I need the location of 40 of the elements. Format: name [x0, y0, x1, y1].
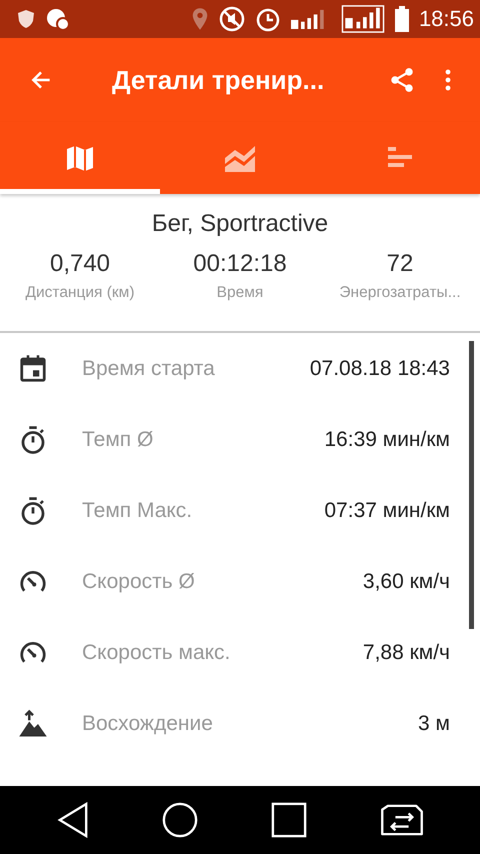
sim-switch-button[interactable] [380, 804, 424, 836]
recents-square-icon [270, 802, 306, 838]
calendar-icon [18, 354, 48, 384]
detail-value: 07.08.18 18:43 [310, 356, 450, 380]
detail-label: Время старта [82, 356, 216, 380]
home-circle-icon [162, 802, 198, 838]
stat-value: 72 [386, 250, 414, 278]
sim-switch-icon [380, 804, 424, 836]
shield-icon [16, 9, 36, 29]
mountain-icon [18, 708, 48, 738]
battery-icon [394, 6, 409, 32]
screen-title: Детали тренир... [111, 64, 326, 96]
alarm-icon [254, 6, 281, 32]
signal-icon [340, 5, 385, 33]
back-triangle-icon [56, 802, 88, 838]
status-time: 18:56 [418, 6, 474, 32]
detail-value: 7,88 км/ч [362, 640, 450, 664]
back-button[interactable] [56, 802, 88, 838]
detail-label: Восхождение [82, 712, 214, 736]
stat-label: Дистанция (км) [25, 284, 134, 302]
more-icon [444, 68, 452, 92]
activity-title: Бег, Sportractive [152, 210, 328, 238]
area-chart-icon [224, 144, 256, 172]
detail-value: 07:37 мин/км [324, 498, 450, 522]
detail-label: Темп Ø [82, 428, 154, 452]
detail-value: 3,60 км/ч [362, 570, 450, 594]
stat-value: 0,740 [50, 250, 110, 278]
location-icon [190, 7, 209, 31]
detail-value: 16:39 мин/км [324, 428, 450, 452]
detail-label: Скорость макс. [82, 640, 232, 664]
notification-icon [46, 7, 70, 31]
detail-label: Темп Макс. [82, 498, 194, 522]
detail-label: Скорость Ø [82, 570, 196, 594]
recents-button[interactable] [270, 802, 306, 838]
stat-label: Время [216, 284, 264, 302]
stat-label: Энергозатраты... [339, 284, 461, 302]
stat-value: 00:12:18 [193, 250, 287, 278]
mute-icon [218, 6, 245, 32]
home-button[interactable] [162, 802, 198, 838]
detail-value: 3 м [418, 712, 450, 736]
